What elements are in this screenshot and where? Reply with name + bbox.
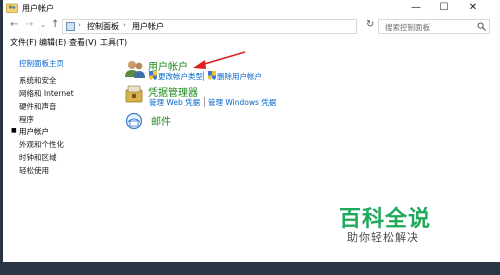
search-input[interactable]: 搜索控制面板 <box>378 19 490 34</box>
window-title: 用户帐户 <box>22 4 54 13</box>
close-button[interactable]: ✕ <box>462 0 484 16</box>
credential-manager-icon <box>125 85 143 103</box>
search-placeholder: 搜索控制面板 <box>385 23 430 32</box>
menu-bar: 文件(F) 编辑(E) 查看(V) 工具(T) <box>3 37 500 50</box>
sidebar-item-ease-of-access[interactable]: 轻松使用 <box>19 165 49 176</box>
sidebar-item-home[interactable]: 控制面板主页 <box>19 58 64 69</box>
sidebar-item-programs[interactable]: 程序 <box>19 114 34 125</box>
menu-file[interactable]: 文件(F) <box>10 37 37 48</box>
users-folder-icon <box>6 3 18 13</box>
users-icon <box>125 61 145 78</box>
sidebar-item-clock-region[interactable]: 时钟和区域 <box>19 152 57 163</box>
title-bar: 用户帐户 — ☐ ✕ <box>3 0 500 16</box>
address-bar: ← → ⌄ ↑ › 控制面板 › 用户帐户 ⌄ ↻ 搜索控制面板 <box>3 16 500 37</box>
forward-button[interactable]: → <box>25 19 33 30</box>
control-panel-window: 用户帐户 — ☐ ✕ ← → ⌄ ↑ › 控制面板 › 用户帐户 ⌄ ↻ 搜索控… <box>3 0 500 262</box>
sidebar-item-network[interactable]: 网络和 Internet <box>19 88 74 99</box>
sidebar-item-system-security[interactable]: 系统和安全 <box>19 75 57 86</box>
breadcrumb-user-accounts[interactable]: 用户帐户 <box>132 21 164 32</box>
menu-view[interactable]: 查看(V) <box>69 37 97 48</box>
breadcrumb-separator[interactable]: › <box>78 21 81 29</box>
uac-shield-icon <box>208 71 216 80</box>
back-button[interactable]: ← <box>10 19 18 30</box>
uac-shield-icon <box>149 71 157 80</box>
link-remove-user-accounts[interactable]: 删除用户帐户 <box>217 71 262 82</box>
menu-tools[interactable]: 工具(T) <box>100 37 127 48</box>
sidebar-item-user-accounts[interactable]: 用户帐户 <box>19 126 49 137</box>
mail-icon <box>125 112 143 130</box>
link-change-account-type[interactable]: 更改帐户类型 <box>158 71 203 82</box>
breadcrumb[interactable]: › 控制面板 › 用户帐户 ⌄ <box>62 19 400 34</box>
recent-locations-button[interactable]: ⌄ <box>40 21 46 29</box>
refresh-button[interactable]: ↻ <box>366 19 374 30</box>
sidebar-item-hardware-sound[interactable]: 硬件和声音 <box>19 101 57 112</box>
sidebar-item-appearance[interactable]: 外观和个性化 <box>19 139 64 150</box>
link-separator <box>203 71 204 81</box>
breadcrumb-separator[interactable]: › <box>123 21 126 29</box>
menu-edit[interactable]: 编辑(E) <box>39 37 66 48</box>
minimize-button[interactable]: — <box>405 0 427 16</box>
up-button[interactable]: ↑ <box>51 19 59 30</box>
watermark-subtitle: 助你轻松解决 <box>347 231 419 244</box>
category-mail[interactable]: 邮件 <box>151 113 171 128</box>
link-separator <box>204 97 205 107</box>
red-arrow-annotation <box>193 51 246 69</box>
maximize-button[interactable]: ☐ <box>433 0 455 16</box>
breadcrumb-control-panel[interactable]: 控制面板 <box>87 21 119 32</box>
link-manage-web-credentials[interactable]: 管理 Web 凭据 <box>149 97 200 108</box>
control-panel-icon <box>66 22 75 31</box>
search-icon[interactable] <box>477 22 486 31</box>
active-marker-icon: ■ <box>11 127 17 134</box>
link-manage-windows-credentials[interactable]: 管理 Windows 凭据 <box>208 97 276 108</box>
